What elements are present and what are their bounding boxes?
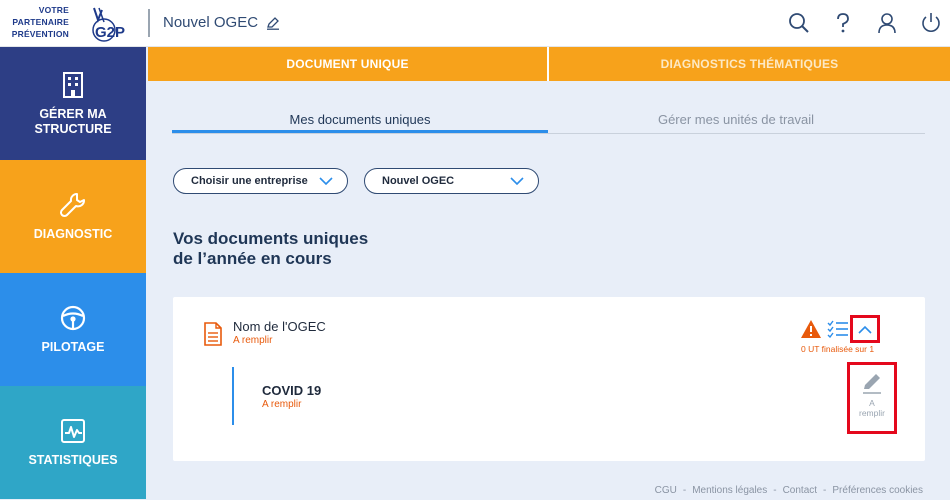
chevron-down-icon [319,177,333,185]
footer-link-contact[interactable]: Contact [783,485,817,496]
sidebar-item-diagnostic[interactable]: DIAGNOSTIC [0,160,146,273]
document-icon [204,322,222,346]
structure-title: Nouvel OGEC [163,14,280,31]
footer-link-cookies[interactable]: Préférences cookies [832,485,923,496]
unit-status: A remplir [262,399,302,410]
pencil-icon [863,374,881,394]
structure-select-value: Nouvel OGEC [382,175,455,187]
checklist-icon[interactable] [827,320,849,338]
document-name: Nom de l'OGEC [233,319,326,334]
svg-text:G2P: G2P [95,24,125,41]
pulse-chart-icon [61,419,85,443]
search-icon[interactable] [786,10,812,36]
power-icon[interactable] [918,10,944,36]
tab-diagnostics-thematiques[interactable]: DIAGNOSTICS THÉMATIQUES [549,47,950,81]
user-icon[interactable] [874,10,900,36]
tab-document-unique[interactable]: DOCUMENT UNIQUE [148,47,549,81]
company-select-value: Choisir une entreprise [191,175,308,187]
sidebar-item-statistiques[interactable]: STATISTIQUES [0,386,146,499]
g2p-logo[interactable]: VOTRE PARTENAIRE PRÉVENTION G2P [8,4,133,44]
sub-tabs: Mes documents uniques Gérer mes unités d… [172,108,925,134]
footer-links: CGU - Mentions légales - Contact - Préfé… [655,485,923,496]
chevron-up-icon [858,325,872,334]
g2p-mark-icon: G2P [92,7,125,42]
app-header: VOTRE PARTENAIRE PRÉVENTION G2P Nouvel O… [0,0,950,47]
ut-count-text: 0 UT finalisée sur 1 [801,344,875,354]
section-title: Vos documents uniques de l’année en cour… [173,229,369,268]
document-card: Nom de l'OGEC A remplir 0 UT finalisée s… [173,297,925,461]
tab-mes-documents-uniques[interactable]: Mes documents uniques [172,108,548,133]
logo-text: VOTRE PARTENAIRE PRÉVENTION [11,5,69,39]
main-tabs: DOCUMENT UNIQUE DIAGNOSTICS THÉMATIQUES [148,47,950,81]
sidebar-label-diagnostic: DIAGNOSTIC [33,227,113,241]
sidebar-item-pilotage[interactable]: PILOTAGE [0,273,146,386]
fill-unit-button[interactable]: A remplir [847,362,897,434]
footer-link-cgu[interactable]: CGU [655,485,677,496]
pencil-icon[interactable] [266,16,280,30]
collapse-toggle-button[interactable] [850,315,880,343]
company-select[interactable]: Choisir une entreprise [173,168,348,194]
structure-select[interactable]: Nouvel OGEC [364,168,539,194]
sidebar-label-statistiques: STATISTIQUES [28,453,118,467]
chevron-down-icon [510,177,524,185]
document-status: A remplir [233,335,273,346]
wrench-icon [59,192,85,218]
building-icon [63,71,83,98]
steering-wheel-icon [60,305,86,331]
header-actions [786,10,944,36]
sidebar-label-pilotage: PILOTAGE [41,340,105,354]
footer-separator: - [682,485,687,496]
footer-separator: - [773,485,777,496]
footer-separator: - [823,485,827,496]
sidebar-item-structure[interactable]: GÉRER MA STRUCTURE [0,47,146,160]
fill-unit-label: A remplir [859,398,885,418]
unit-name: COVID 19 [262,383,322,398]
help-icon[interactable] [830,10,856,36]
unit-tree-line [232,367,234,425]
warning-icon [801,320,821,338]
header-divider [148,9,150,37]
structure-title-text: Nouvel OGEC [163,14,259,31]
tab-gerer-unites-travail[interactable]: Gérer mes unités de travail [548,108,924,133]
footer-link-legal[interactable]: Mentions légales [692,485,767,496]
sidebar-label-structure: GÉRER MA STRUCTURE [34,106,112,136]
sidebar: GÉRER MA STRUCTURE DIAGNOSTIC PILOTAGE S… [0,47,146,500]
